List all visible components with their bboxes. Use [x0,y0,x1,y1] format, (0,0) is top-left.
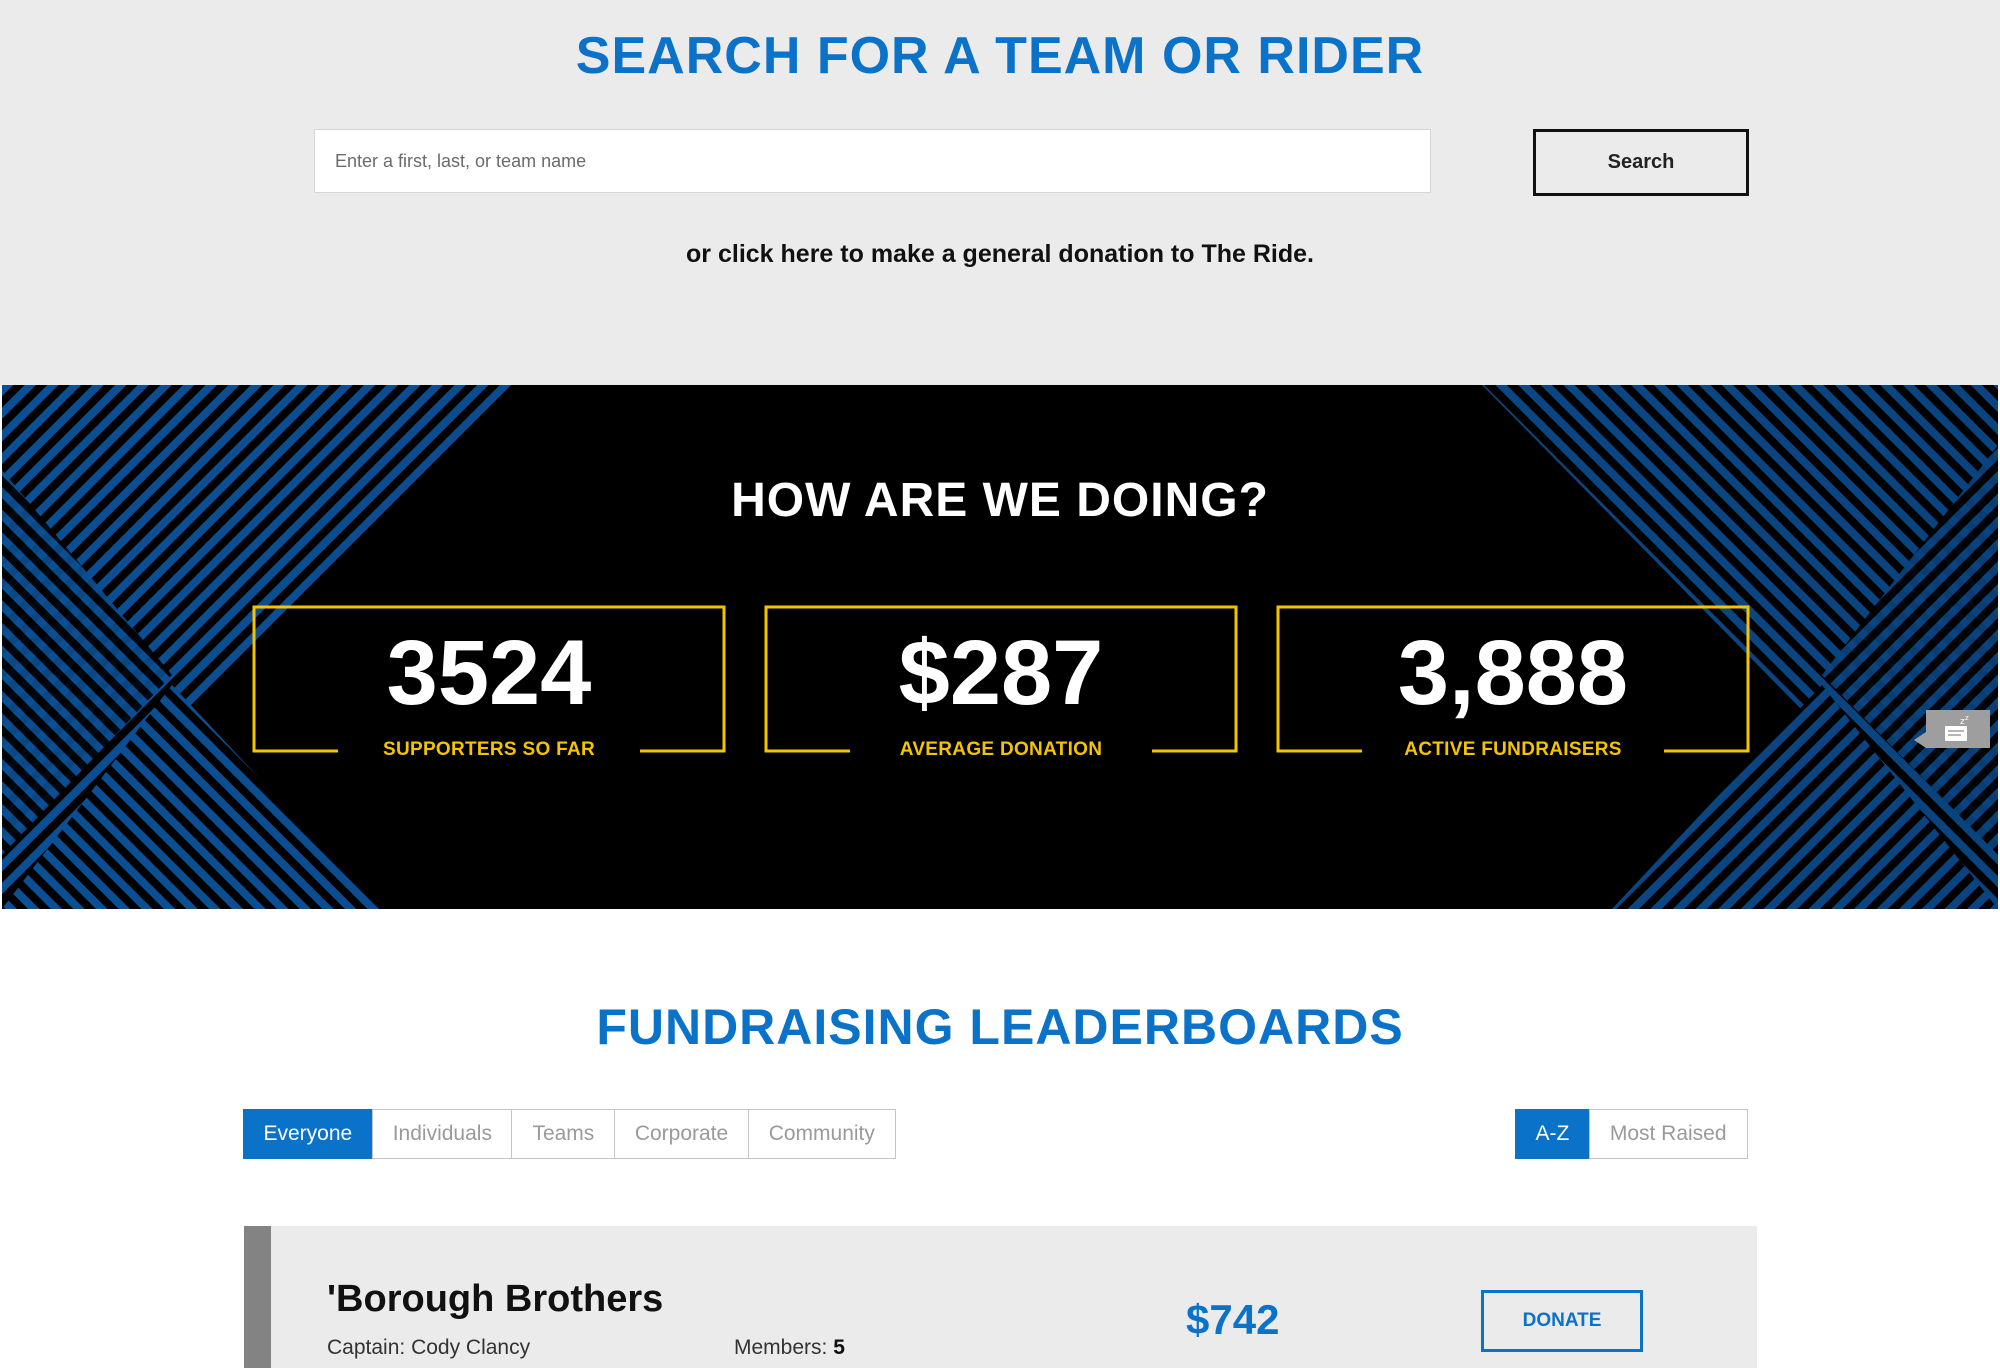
captain-label: Captain: [327,1336,406,1359]
sort-most-raised[interactable]: Most Raised [1588,1109,1748,1159]
stat-average-donation: $287 AVERAGE DONATION [764,605,1238,760]
chat-sleep-icon: z z [1945,714,1969,741]
stat-supporters: 3524 SUPPORTERS SO FAR [252,605,726,760]
team-amount-raised: $742 [1186,1296,1280,1343]
sort-a-z[interactable]: A-Z [1514,1109,1591,1159]
sort-tabs: A-Z Most Raised [1514,1109,1748,1159]
stat-value: 3524 [386,622,592,724]
team-name[interactable]: 'Borough Brothers [327,1278,663,1321]
tab-everyone[interactable]: Everyone [242,1109,374,1159]
filter-tabs: Everyone Individuals Teams Corporate Com… [242,1109,896,1159]
stat-value: $287 [898,622,1104,724]
stat-active-fundraisers: 3,888 ACTIVE FUNDRAISERS [1276,605,1750,760]
svg-text:z: z [1965,714,1969,722]
general-donation-link[interactable]: or click here to make a general donation… [0,240,2000,269]
team-card: 'Borough Brothers Captain: Cody Clancy M… [244,1226,1757,1368]
chat-widget-button[interactable]: z z [1914,710,1990,748]
search-section: SEARCH FOR A TEAM OR RIDER Search or cli… [0,0,2000,385]
tab-community[interactable]: Community [747,1109,896,1159]
donate-button[interactable]: DONATE [1481,1290,1643,1352]
leaderboard-title: FUNDRAISING LEADERBOARDS [596,999,1404,1055]
members-label: Members: [734,1336,828,1359]
stat-label: SUPPORTERS SO FAR [382,739,596,760]
stats-title: HOW ARE WE DOING? [731,474,1269,527]
search-input[interactable] [314,129,1431,193]
members-count: 5 [833,1336,845,1359]
stat-label: ACTIVE FUNDRAISERS [1404,739,1622,760]
team-members: Members: 5 [734,1336,845,1360]
captain-name: Cody Clancy [411,1336,531,1359]
team-captain: Captain: Cody Clancy [327,1336,530,1360]
stat-label: AVERAGE DONATION [899,739,1103,760]
tab-teams[interactable]: Teams [511,1109,616,1159]
tab-individuals[interactable]: Individuals [371,1109,513,1159]
stats-section: HOW ARE WE DOING? 3524 SUPPORTERS SO FAR… [2,385,1998,909]
search-title: SEARCH FOR A TEAM OR RIDER [575,27,1425,85]
tab-corporate[interactable]: Corporate [613,1109,750,1159]
stat-value: 3,888 [1397,622,1629,724]
search-button[interactable]: Search [1533,129,1749,196]
